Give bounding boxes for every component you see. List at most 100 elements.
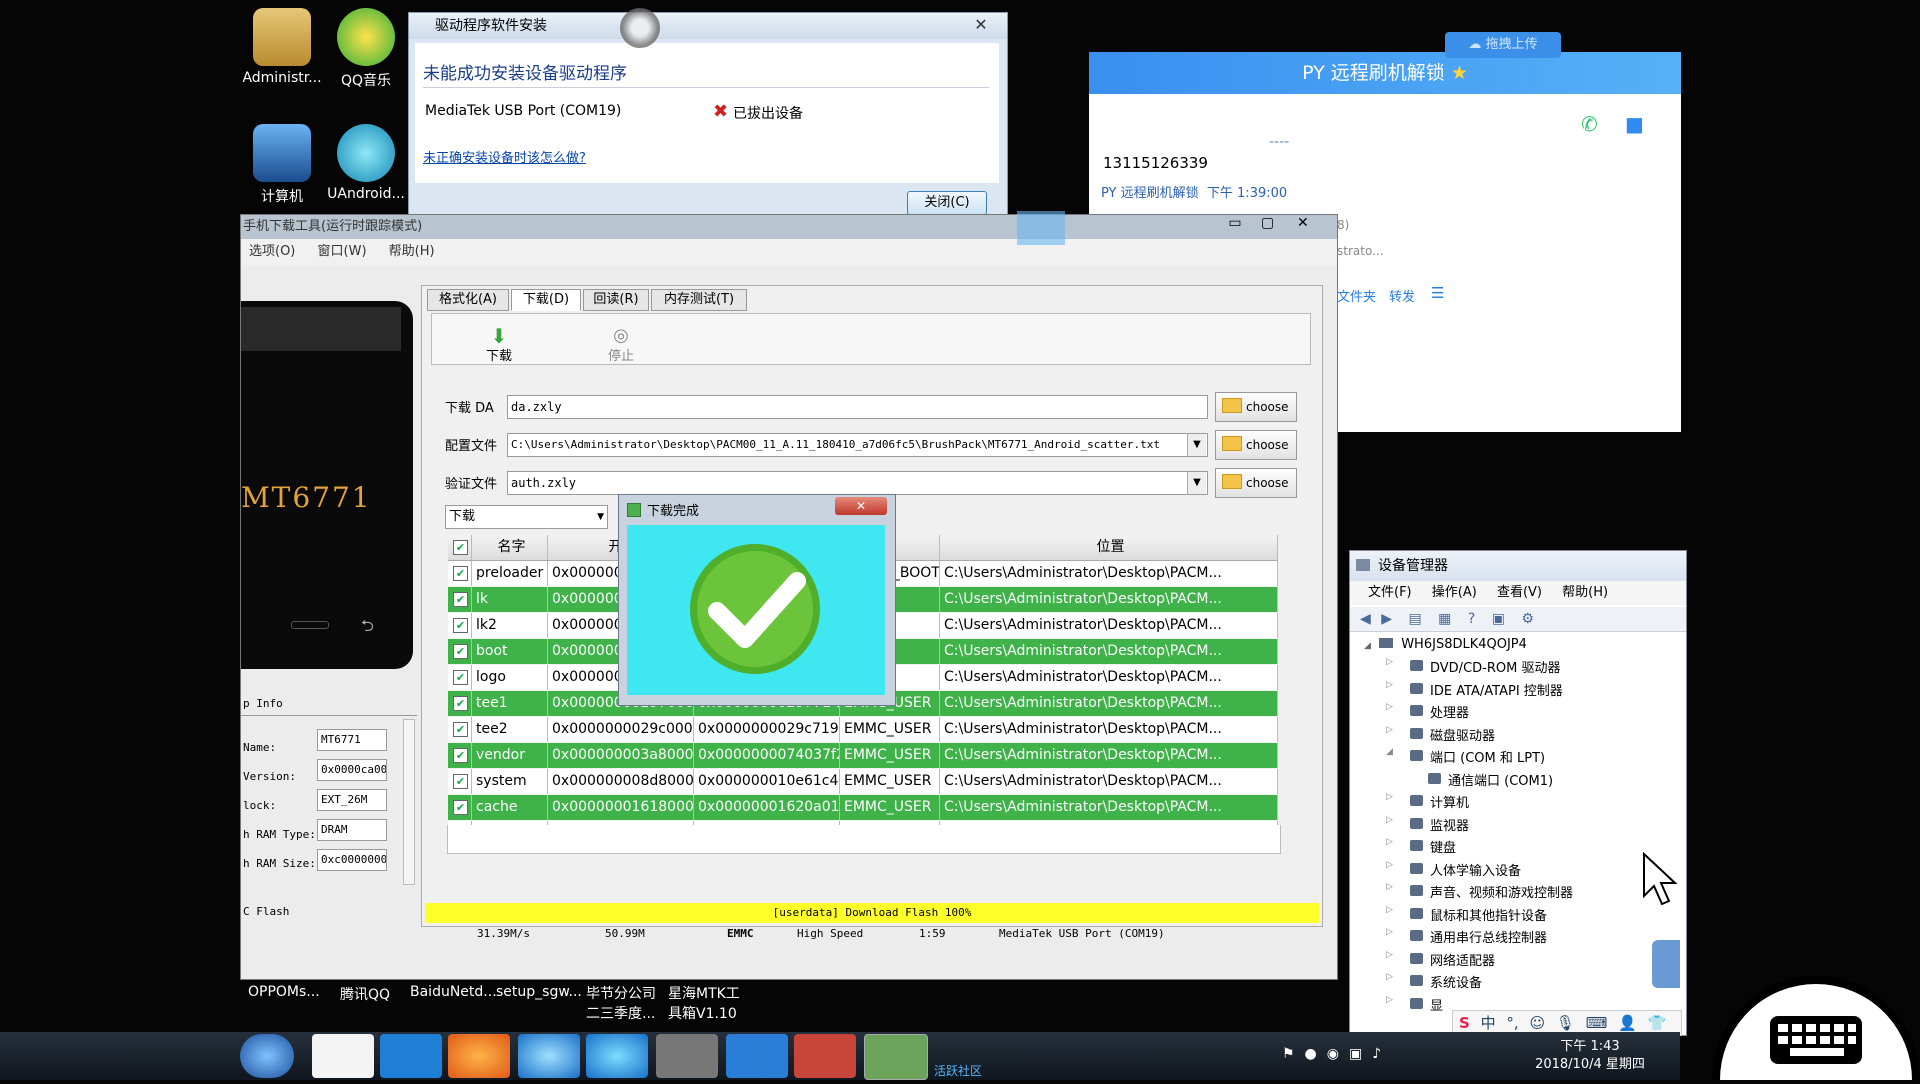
expand-icon[interactable]: ▷ <box>1386 995 1393 1005</box>
chevron-down-icon[interactable]: ▼ <box>1187 472 1206 494</box>
skin-icon[interactable]: 👕 <box>1648 1014 1667 1032</box>
device-category-item[interactable]: 端口 (COM 和 LPT) <box>1430 747 1545 766</box>
desktop-icon-label[interactable]: OPPOMs... <box>248 984 320 1000</box>
maximize-icon[interactable]: ▢ <box>1253 215 1281 231</box>
device-category-item[interactable]: 人体学输入设备 <box>1430 860 1521 879</box>
close-icon[interactable]: ✕ <box>835 497 887 515</box>
device-category-item[interactable]: 通信端口 (COM1) <box>1448 770 1553 789</box>
table-row[interactable]: ✔ tee20x0000000029c000000x0000000029c7194… <box>448 717 1278 742</box>
close-button[interactable]: 关闭(C) <box>907 191 987 215</box>
tool-app-icon[interactable] <box>656 1034 718 1078</box>
expand-icon[interactable]: ▷ <box>1386 657 1393 667</box>
device-category-item[interactable]: 声音、视频和游戏控制器 <box>1430 882 1573 901</box>
stop-button[interactable]: ◎ 停止 <box>601 327 641 365</box>
menu-help[interactable]: 帮助(H) <box>389 244 435 259</box>
row-checkbox[interactable]: ✔ <box>453 644 468 659</box>
da-field[interactable]: da.zxly <box>507 395 1208 419</box>
device-category-item[interactable]: 处理器 <box>1430 702 1469 721</box>
table-row[interactable]: ✔ system0x000000008d8000000x000000010e61c… <box>448 769 1278 794</box>
device-category-item[interactable]: 通用串行总线控制器 <box>1430 927 1547 946</box>
dm-menu-file[interactable]: 文件(F) <box>1368 585 1412 600</box>
video-call-icon[interactable]: ■ <box>1625 112 1644 136</box>
device-category-item[interactable]: 显 <box>1430 995 1443 1014</box>
device-category-item[interactable]: 系统设备 <box>1430 972 1482 991</box>
expand-icon[interactable]: ▷ <box>1386 882 1393 892</box>
toolbox-icon[interactable] <box>794 1034 856 1078</box>
virtual-keyboard-button[interactable] <box>1712 976 1920 1081</box>
menu-options[interactable]: 选项(O) <box>249 244 295 259</box>
tab-download[interactable]: 下载(D) <box>511 289 581 311</box>
expand-icon[interactable]: ▷ <box>1386 972 1393 982</box>
ime-mode[interactable]: 中 <box>1481 1014 1496 1032</box>
device-category-item[interactable]: 网络适配器 <box>1430 950 1495 969</box>
device-category-item[interactable]: DVD/CD-ROM 驱动器 <box>1430 657 1560 676</box>
dm-menu-view[interactable]: 查看(V) <box>1497 585 1542 600</box>
minimize-icon[interactable]: ▭ <box>1221 215 1249 231</box>
expand-icon[interactable]: ▷ <box>1386 702 1393 712</box>
dm-menu-action[interactable]: 操作(A) <box>1432 585 1477 600</box>
desktop-icon-label[interactable]: BaiduNetd... <box>410 984 497 1000</box>
desktop-icon-qqmusic[interactable]: QQ音乐 <box>316 8 416 90</box>
row-checkbox[interactable]: ✔ <box>453 696 468 711</box>
auth-field[interactable]: auth.zxly <box>507 471 1208 495</box>
dm-root-node[interactable]: ◢ WH6JS8DLK4QOJP4 <box>1364 637 1527 652</box>
clock[interactable]: 下午 1:43 2018/10/4 星期四 <box>1530 1038 1650 1074</box>
desktop-icon-label[interactable]: 腾讯QQ <box>340 984 390 1004</box>
view-icon[interactable]: ▣ <box>1492 611 1505 627</box>
properties-icon[interactable]: ▤ <box>1408 611 1421 627</box>
chevron-down-icon[interactable]: ▼ <box>1187 434 1206 456</box>
config-field[interactable]: C:\Users\Administrator\Desktop\PACM00_11… <box>507 433 1208 457</box>
table-row[interactable]: ✔ cache0x00000001618000000x00000001620a01… <box>448 795 1278 820</box>
baidu-netdisk-icon[interactable] <box>312 1034 374 1078</box>
row-checkbox[interactable]: ✔ <box>453 670 468 685</box>
choose-config-button[interactable]: choose <box>1215 430 1297 460</box>
expand-icon[interactable]: ▷ <box>1386 905 1393 915</box>
row-checkbox[interactable]: ✔ <box>453 566 468 581</box>
help-link[interactable]: 未正确安装设备时该怎么做? <box>423 147 586 166</box>
close-icon[interactable]: ✕ <box>961 15 1001 35</box>
menu-icon[interactable]: ☰ <box>1431 284 1444 302</box>
firefox-icon[interactable] <box>448 1034 510 1078</box>
row-checkbox[interactable]: ✔ <box>453 800 468 815</box>
row-checkbox[interactable]: ✔ <box>453 592 468 607</box>
user-icon[interactable]: 👤 <box>1618 1014 1637 1032</box>
collapse-icon[interactable]: ◢ <box>1386 747 1393 757</box>
device-category-item[interactable]: 计算机 <box>1430 792 1469 811</box>
expand-icon[interactable]: ▷ <box>1386 837 1393 847</box>
expand-icon[interactable]: ▷ <box>1386 680 1393 690</box>
expand-icon[interactable]: ▷ <box>1386 927 1393 937</box>
device-category-item[interactable]: 监视器 <box>1430 815 1469 834</box>
choose-da-button[interactable]: choose <box>1215 392 1297 422</box>
row-checkbox[interactable]: ✔ <box>453 722 468 737</box>
download-button[interactable]: ⬇ 下载 <box>479 326 519 364</box>
chip-info-scrollbar[interactable] <box>403 719 415 885</box>
dm-menu-help[interactable]: 帮助(H) <box>1562 585 1608 600</box>
keyboard-icon[interactable]: ⌨ <box>1586 1014 1608 1032</box>
tray-icons[interactable]: ⚑●◉▣♪ <box>1282 1046 1391 1062</box>
scan-icon[interactable]: ⚙ <box>1521 611 1534 627</box>
menu-window[interactable]: 窗口(W) <box>318 244 367 259</box>
sogou-icon[interactable]: S <box>1459 1014 1470 1032</box>
row-checkbox[interactable]: ✔ <box>453 618 468 633</box>
ie-browser-icon[interactable] <box>518 1034 580 1078</box>
tab-readback[interactable]: 回读(R) <box>583 289 649 311</box>
upload-button[interactable]: ☁ 拖拽上传 <box>1445 32 1561 58</box>
desktop-icon-label[interactable]: setup_sgw... <box>496 984 582 1000</box>
table-row[interactable]: ✔ vendor0x000000003a8000000x0000000074037… <box>448 743 1278 768</box>
desktop-icon-label[interactable]: 毕节分公司 二三季度... <box>586 984 656 1024</box>
teamviewer-icon[interactable] <box>726 1034 788 1078</box>
device-category-item[interactable]: 键盘 <box>1430 837 1456 856</box>
list-icon[interactable]: ▦ <box>1438 611 1451 627</box>
select-all-checkbox[interactable]: ✔ <box>453 540 468 555</box>
close-icon[interactable]: ✕ <box>1286 215 1320 231</box>
tab-format[interactable]: 格式化(A) <box>427 289 509 311</box>
flash-tool-taskbar-icon[interactable] <box>864 1034 928 1080</box>
floating-widget-icon[interactable] <box>1652 940 1680 988</box>
forward-arrow-icon[interactable]: ▶ <box>1381 611 1392 627</box>
device-category-item[interactable]: 磁盘驱动器 <box>1430 725 1495 744</box>
edge-icon[interactable] <box>586 1034 648 1078</box>
expand-icon[interactable]: ▷ <box>1386 860 1393 870</box>
help-icon[interactable]: ? <box>1468 611 1475 627</box>
mode-select[interactable]: 下载 ▼ <box>445 505 608 529</box>
row-checkbox[interactable]: ✔ <box>453 774 468 789</box>
